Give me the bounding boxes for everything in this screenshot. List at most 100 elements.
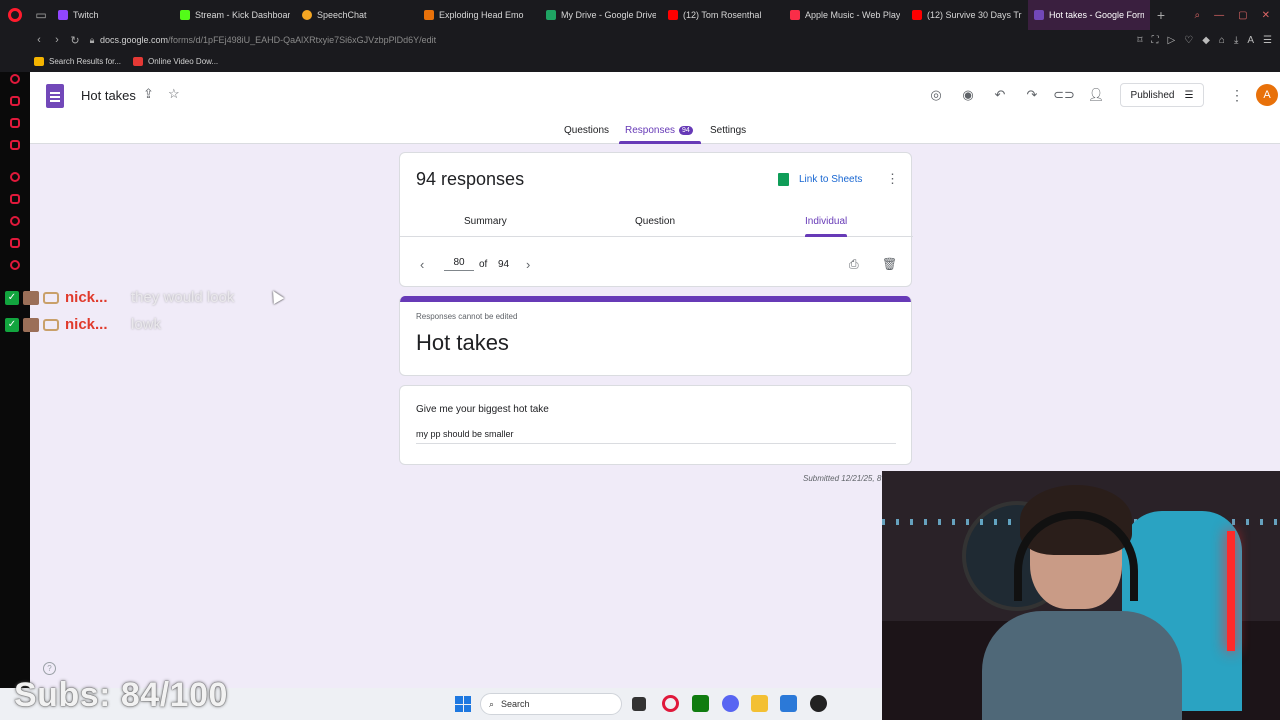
folder-icon — [34, 56, 44, 66]
webcam-person-body — [982, 611, 1182, 720]
response-number-input[interactable]: 80 — [444, 257, 474, 271]
extension-icon[interactable]: ◆ — [1202, 35, 1210, 46]
browser-tab[interactable]: (12) Tom Rosenthal — [662, 0, 784, 30]
reload-icon[interactable]: ↻ — [66, 34, 84, 47]
new-tab-button[interactable]: + — [1150, 7, 1172, 23]
vpn-icon[interactable]: ⌂ — [1219, 35, 1225, 46]
sidebar-extensions-icon[interactable] — [10, 238, 20, 248]
move-to-folder-icon[interactable]: ⇪ — [143, 86, 154, 102]
tab-questions[interactable]: Questions — [564, 125, 609, 136]
bookmark-item[interactable]: Online Video Dow... — [133, 56, 218, 66]
youtube-icon — [912, 10, 922, 20]
windows-start-icon[interactable] — [455, 696, 471, 712]
responses-count-badge: 94 — [679, 126, 693, 135]
download-icon[interactable]: ⤓ — [1234, 35, 1238, 46]
next-response-icon[interactable]: › — [526, 257, 530, 272]
bookmark-item[interactable]: Search Results for... — [34, 56, 121, 66]
form-title-card: Responses cannot be edited Hot takes — [399, 296, 912, 376]
search-icon[interactable]: ⌕ — [1195, 10, 1201, 21]
check-badge-icon: ✓ — [5, 290, 19, 305]
discord-icon[interactable] — [722, 695, 739, 712]
response-pager: ‹ 80 of 94 › ⎙ 🗑︎ — [400, 253, 913, 277]
chat-username: nick... — [65, 316, 108, 333]
browser-tab[interactable]: Apple Music - Web Play — [784, 0, 906, 30]
subtab-summary[interactable]: Summary — [464, 216, 507, 227]
responses-card: 94 responses Link to Sheets ⋮ Summary Qu… — [399, 152, 913, 287]
sidebar-aria-icon[interactable] — [10, 74, 20, 84]
sidebar-messenger-icon[interactable] — [10, 96, 20, 106]
browser-tab[interactable]: My Drive - Google Drive — [540, 0, 662, 30]
kick-icon — [180, 10, 190, 20]
sheets-icon — [778, 173, 789, 186]
sidebar-history-icon[interactable] — [10, 216, 20, 226]
subtab-individual[interactable]: Individual — [805, 216, 847, 227]
tab-settings[interactable]: Settings — [710, 125, 746, 136]
active-subtab-indicator — [805, 234, 847, 237]
heart-icon[interactable]: ♡ — [1184, 35, 1193, 46]
obs-icon[interactable] — [810, 695, 827, 712]
sidebar-player-icon[interactable] — [10, 172, 20, 182]
subtab-question[interactable]: Question — [635, 216, 675, 227]
submitted-timestamp: Submitted 12/21/25, 8 — [803, 474, 882, 483]
chat-message: ✓ nick... lowk — [5, 311, 234, 338]
video-icon — [133, 56, 144, 66]
question-card: Give me your biggest hot take my pp shou… — [399, 385, 912, 465]
palette-icon[interactable]: ◎ — [920, 87, 952, 103]
more-options-icon[interactable]: ⋮ — [1222, 87, 1252, 104]
store-icon[interactable] — [780, 695, 797, 712]
browser-tab[interactable]: Stream - Kick Dashboard — [174, 0, 296, 30]
print-icon[interactable]: ⎙ — [849, 257, 859, 272]
link-to-sheets-button[interactable]: Link to Sheets — [778, 173, 862, 186]
browser-tab[interactable]: Exploding Head Emo — [418, 0, 540, 30]
ai-icon[interactable]: A — [1247, 35, 1254, 46]
form-doc-title[interactable]: Hot takes — [81, 88, 136, 103]
menu-icon[interactable]: ☰ — [1263, 35, 1272, 46]
redo-icon[interactable]: ↷ — [1016, 87, 1048, 103]
undo-icon[interactable]: ↶ — [984, 87, 1016, 103]
sidebar-pin-icon[interactable] — [10, 194, 20, 204]
sidebar-twitch-icon[interactable] — [10, 118, 20, 128]
close-icon[interactable]: ✕ — [1262, 10, 1270, 21]
previous-response-icon[interactable]: ‹ — [420, 257, 424, 272]
pager-total: 94 — [498, 259, 510, 270]
maximize-icon[interactable]: ▢ — [1238, 10, 1247, 21]
link-icon[interactable]: ⊂⊃ — [1048, 87, 1080, 103]
webcam-overlay — [882, 471, 1280, 720]
task-view-icon[interactable] — [632, 697, 646, 711]
opera-logo-icon[interactable] — [0, 0, 30, 30]
snapshot-icon[interactable]: ⛶ — [1152, 35, 1159, 46]
browser-tab[interactable]: (12) Survive 30 Days Tr — [906, 0, 1028, 30]
xbox-icon[interactable] — [692, 695, 709, 712]
opera-taskbar-icon[interactable] — [662, 695, 679, 712]
url-field[interactable]: docs.google.com/forms/d/1pFEj498iU_EAHD-… — [100, 35, 436, 45]
published-button[interactable]: Published ☰ — [1120, 83, 1204, 107]
add-collaborator-icon[interactable]: 👤︎ — [1080, 87, 1112, 103]
tab-responses[interactable]: Responses 94 — [625, 125, 693, 136]
forward-icon[interactable]: › — [48, 34, 66, 46]
emoji-icon — [424, 10, 434, 20]
bookmarks-bar: Search Results for... Online Video Dow..… — [0, 50, 1280, 72]
taskbar-search[interactable]: ⌕ Search — [480, 693, 622, 715]
google-forms-logo-icon[interactable] — [46, 84, 64, 108]
address-bar-actions: ⌑ ⛶ ▷ ♡ ◆ ⌂ ⤓ A ☰ — [1137, 35, 1280, 46]
url-path: /forms/d/1pFEj498iU_EAHD-QaAlXRtxyie7Si6… — [168, 35, 437, 45]
delete-icon[interactable]: 🗑︎ — [882, 257, 897, 271]
browser-tab[interactable]: SpeechChat — [296, 0, 418, 30]
back-icon[interactable]: ‹ — [30, 34, 48, 46]
browser-tab-active[interactable]: Hot takes - Google Forms — [1028, 0, 1150, 30]
sidebar-gmail-icon[interactable] — [10, 140, 20, 150]
help-icon[interactable]: ? — [43, 662, 56, 675]
play-icon[interactable]: ▷ — [1168, 35, 1176, 46]
tab-search-icon[interactable]: ▭ — [30, 0, 52, 30]
avatar[interactable]: A — [1256, 84, 1278, 106]
file-explorer-icon[interactable] — [751, 695, 768, 712]
preview-eye-icon[interactable]: ◉ — [952, 87, 984, 103]
bookmark-icon[interactable]: ⌑ — [1137, 35, 1142, 46]
check-badge-icon: ✓ — [5, 317, 19, 332]
chat-text: they would look — [131, 289, 235, 306]
minimize-icon[interactable]: — — [1214, 10, 1224, 21]
sidebar-settings-icon[interactable] — [10, 260, 20, 270]
browser-tab[interactable]: Twitch — [52, 0, 174, 30]
star-icon[interactable]: ☆ — [168, 86, 180, 102]
responses-more-icon[interactable]: ⋮ — [886, 171, 899, 187]
